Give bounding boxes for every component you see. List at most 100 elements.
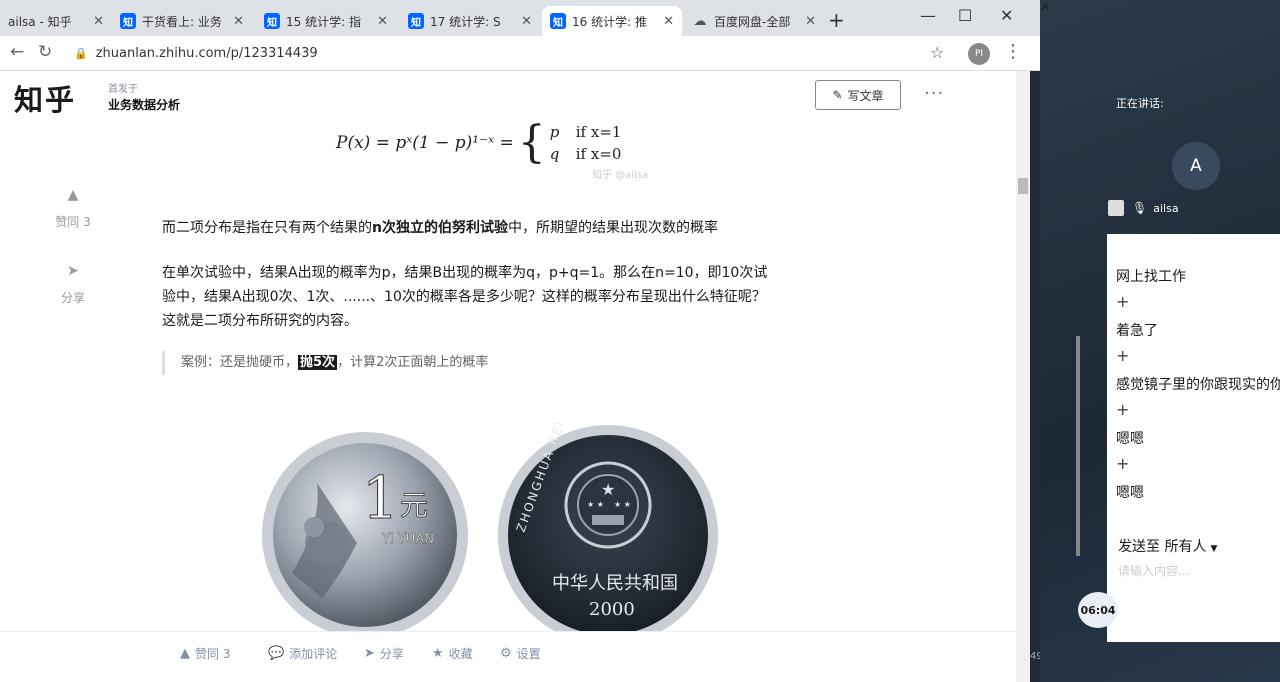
zhihu-favicon-icon: 知 — [264, 13, 280, 29]
like-button[interactable]: ▲ 赞同 3 — [180, 645, 230, 662]
chat-scrollbar[interactable] — [1076, 336, 1080, 556]
published-in-label: 首发于 — [108, 84, 138, 95]
page-scroll-thumb[interactable] — [1018, 178, 1028, 194]
side-like-label: 赞同 3 — [55, 215, 91, 229]
more-options-icon[interactable]: ··· — [924, 83, 944, 104]
column-name[interactable]: 业务数据分析 — [108, 96, 180, 113]
close-icon[interactable]: ✕ — [233, 14, 244, 29]
favorite-button[interactable]: ★ 收藏 — [432, 645, 473, 662]
star-icon: ★ — [432, 646, 444, 661]
reload-icon[interactable]: ↻ — [38, 42, 52, 62]
tab-title: 16 统计学: 推 — [572, 14, 647, 29]
tab-stats-17[interactable]: 知 17 统计学: S ✕ — [400, 6, 540, 36]
maximize-button[interactable]: ☐ — [958, 6, 972, 25]
svg-text:★ ★: ★ ★ — [587, 500, 604, 509]
zhihu-logo[interactable]: 知乎 — [14, 77, 76, 119]
user-photo-icon — [1108, 200, 1124, 216]
add-comment-button[interactable]: 💬 添加评论 — [268, 645, 337, 662]
new-tab-button[interactable]: + — [828, 8, 845, 32]
text-span: 中，所期望的结果出现次数的概率 — [507, 220, 718, 236]
close-icon[interactable]: ✕ — [805, 14, 816, 29]
side-like-button[interactable]: ▲ 赞同 3 — [40, 187, 106, 230]
window-close-button[interactable]: ✕ — [1000, 6, 1013, 25]
tab-strip: ailsa - 知乎 ✕ 知 干货看上: 业务 ✕ 知 15 统计学: 指 ✕ … — [0, 0, 1040, 36]
add-comment-label: 添加评论 — [289, 647, 338, 661]
article-action-bar: ▲ 赞同 3 💬 添加评论 ➤ 分享 ★ 收藏 ⚙ 设置 — [0, 631, 1030, 674]
coin-front-text: YI YUAN — [381, 532, 434, 547]
send-to-label: 发送至 — [1118, 539, 1160, 555]
close-icon[interactable]: ✕ — [93, 14, 104, 29]
chat-input[interactable]: 请输入内容... — [1118, 562, 1189, 579]
chat-message: 嗯嗯 — [1116, 485, 1144, 501]
tab-title: 百度网盘-全部 — [714, 14, 791, 29]
text-line: 验中，结果A出现0次、1次、......、10次的概率各是多少呢？这样的概率分布… — [162, 289, 766, 305]
close-icon[interactable]: ✕ — [377, 14, 388, 29]
comment-icon: 💬 — [268, 646, 285, 661]
side-share-button[interactable]: ➤ 分享 — [40, 263, 106, 306]
tab-business[interactable]: 知 干货看上: 业务 ✕ — [112, 6, 252, 36]
tab-stats-16[interactable]: 知 16 统计学: 推 ✕ — [542, 6, 682, 36]
case2-condition: if x=0 — [575, 145, 622, 163]
bold-term: n次独立的伯努利试验 — [372, 220, 508, 236]
chevron-down-icon: ▼ — [1210, 544, 1218, 554]
close-icon[interactable]: ✕ — [663, 14, 674, 29]
edit-icon: ✎ — [832, 88, 843, 102]
close-icon[interactable]: ✕ — [521, 14, 532, 29]
share-button[interactable]: ➤ 分享 — [364, 645, 404, 662]
share-plane-icon: ➤ — [67, 263, 79, 279]
formula-brace: { — [517, 117, 546, 168]
tab-stats-15[interactable]: 知 15 统计学: 指 ✕ — [256, 6, 396, 36]
tab-title: ailsa - 知乎 — [8, 14, 72, 29]
send-to-target: 所有人 — [1164, 539, 1207, 555]
share-plane-icon: ➤ — [364, 646, 375, 661]
selected-text[interactable]: 抛5次 — [298, 355, 338, 370]
back-arrow-icon[interactable]: ← — [10, 42, 24, 62]
zhihu-favicon-icon: 知 — [120, 13, 136, 29]
coin-image: 1 元 YI YUAN ★ ★ ★ ★ ★ ZHONGHUA RENMIN GO… — [262, 423, 718, 633]
tab-title: 干货看上: 业务 — [142, 14, 222, 29]
gear-icon: ⚙ — [500, 646, 512, 661]
speaker-name: ailsa — [1153, 201, 1179, 215]
chat-message: 嗯嗯 — [1116, 431, 1144, 447]
bookmark-star-icon[interactable]: ☆ — [930, 43, 944, 62]
minimize-button[interactable]: — — [920, 6, 936, 25]
profile-avatar[interactable]: PI — [968, 43, 990, 65]
send-to-selector[interactable]: 发送至 所有人 ▼ — [1118, 536, 1217, 556]
tab-ailsa[interactable]: ailsa - 知乎 ✕ — [0, 6, 112, 36]
browser-menu-icon[interactable]: ⋮ — [1004, 41, 1022, 62]
settings-button[interactable]: ⚙ 设置 — [500, 645, 541, 662]
paragraph-binomial-question: 在单次试验中，结果A出现的概率为p，结果B出现的概率为q，p+q=1。那么在n=… — [162, 261, 767, 333]
coin-back-year: 2000 — [589, 599, 635, 620]
formula-lhs: P(x) = pˣ(1 − p)¹⁻ˣ = — [336, 133, 514, 153]
svg-text:★: ★ — [601, 480, 615, 499]
share-label: 分享 — [379, 647, 404, 661]
text-span: 而二项分布是指在只有两个结果的 — [162, 220, 372, 236]
address-bar[interactable]: 🔒 zhuanlan.zhihu.com/p/123314439 — [66, 40, 956, 66]
lock-icon: 🔒 — [74, 46, 88, 60]
formula-cases: p if x=1 q if x=0 — [550, 121, 622, 165]
side-share-label: 分享 — [60, 291, 85, 305]
case1-value: p — [549, 123, 560, 141]
chat-panel: 网上找工作 + 着急了 + 感觉镜子里的你跟现实的你 + 嗯嗯 + 嗯嗯 发送至… — [1107, 234, 1280, 642]
text-line: 这就是二项分布所研究的内容。 — [162, 313, 358, 329]
article-page: 知乎 首发于 业务数据分析 ✎ 写文章 ··· P(x) = pˣ(1 − p)… — [0, 71, 1030, 682]
image-watermark: 知乎 @ailsa — [592, 170, 649, 181]
tab-title: 17 统计学: S — [430, 14, 501, 29]
chat-message: 着急了 — [1116, 323, 1158, 339]
write-article-button[interactable]: ✎ 写文章 — [815, 80, 901, 110]
tab-title: 15 统计学: 指 — [286, 14, 361, 29]
page-scrollbar[interactable] — [1016, 71, 1030, 682]
case-blockquote: 案例：还是抛硬币， 抛5次 ，计算2次正面朝上的概率 — [162, 351, 488, 375]
url-text: zhuanlan.zhihu.com/p/123314439 — [95, 45, 318, 61]
bernoulli-formula: P(x) = pˣ(1 − p)¹⁻ˣ = { p if x=1 q if x=0 — [336, 121, 621, 165]
chat-message: 网上找工作 — [1116, 269, 1186, 285]
coin-back-country: 中华人民共和国 — [552, 573, 678, 594]
tab-baidu-pan[interactable]: ☁ 百度网盘-全部 ✕ — [684, 6, 824, 36]
coin-front-number: 1 — [362, 464, 399, 532]
chat-message: 感觉镜子里的你跟现实的你 — [1116, 377, 1280, 393]
speaker-avatar: A — [1172, 142, 1220, 190]
chat-separator: + — [1116, 454, 1130, 473]
settings-label: 设置 — [516, 647, 541, 661]
quote-text: ，计算2次正面朝上的概率 — [337, 355, 489, 370]
quote-text: 案例：还是抛硬币， — [181, 355, 299, 370]
